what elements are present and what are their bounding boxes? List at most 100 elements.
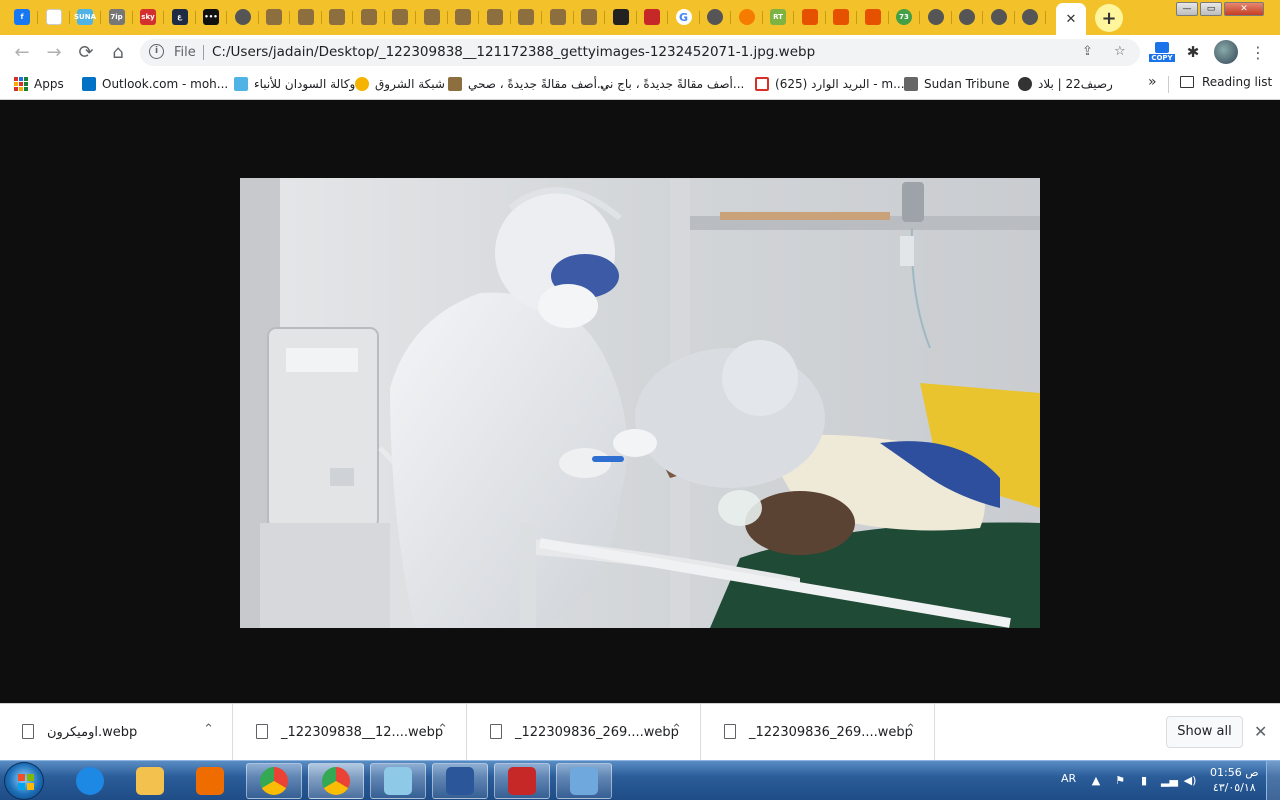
- browser-tab[interactable]: [449, 4, 479, 30]
- bookmark-raseef22[interactable]: رصيف22 | بلاد: [1018, 75, 1113, 93]
- volume-icon[interactable]: ◀): [1183, 774, 1197, 788]
- browser-tab[interactable]: [40, 4, 70, 30]
- action-center-icon[interactable]: ⚑: [1113, 774, 1127, 788]
- taskbar-file-explorer[interactable]: [122, 763, 178, 799]
- browser-tab[interactable]: RT: [764, 4, 794, 30]
- chevron-up-icon[interactable]: ⌃: [905, 722, 916, 737]
- browser-tab[interactable]: •••: [197, 4, 227, 30]
- browser-tab[interactable]: [544, 4, 574, 30]
- home-button[interactable]: ⌂: [104, 38, 132, 66]
- address-url[interactable]: C:/Users/jadain/Desktop/_122309838__1211…: [212, 44, 815, 60]
- taskbar-chrome-active[interactable]: [308, 763, 364, 799]
- browser-tab[interactable]: sky: [134, 4, 164, 30]
- tab-separator: [352, 11, 353, 24]
- browser-tab[interactable]: [922, 4, 952, 30]
- browser-tab[interactable]: [481, 4, 511, 30]
- taskbar-flashcard[interactable]: [494, 763, 550, 799]
- show-hidden-icons[interactable]: ▲: [1089, 774, 1103, 788]
- viewed-image[interactable]: [240, 178, 1040, 628]
- clock[interactable]: 01:56 ص ٤٣/٠٥/١٨: [1210, 765, 1259, 795]
- bookmark-suna[interactable]: وكالة السودان للأنباء: [234, 75, 355, 93]
- download-item[interactable]: اوميكرون.webp ⌃: [0, 704, 233, 761]
- browser-tab[interactable]: [1016, 4, 1046, 30]
- taskbar-paint[interactable]: [556, 763, 612, 799]
- show-all-downloads-button[interactable]: Show all: [1166, 716, 1243, 748]
- bookmark-shorouk[interactable]: شبكة الشروق: [355, 75, 445, 93]
- new-tab-button[interactable]: +: [1095, 4, 1123, 32]
- bookmark-article-1[interactable]: أصف مقالةً جديدةً ، صحي...: [448, 75, 608, 93]
- profile-avatar[interactable]: [1214, 40, 1238, 64]
- browser-tab[interactable]: [701, 4, 731, 30]
- language-indicator[interactable]: AR: [1061, 772, 1076, 785]
- extensions-icon[interactable]: ✱: [1182, 40, 1204, 64]
- taskbar-media-player[interactable]: [182, 763, 238, 799]
- chevron-up-icon[interactable]: ⌃: [671, 722, 682, 737]
- browser-tab[interactable]: [575, 4, 605, 30]
- browser-tab[interactable]: [859, 4, 889, 30]
- more-bookmarks-button[interactable]: »: [1148, 74, 1157, 90]
- show-desktop-button[interactable]: [1266, 761, 1280, 800]
- browser-tab[interactable]: [292, 4, 322, 30]
- browser-tab[interactable]: 7ip: [103, 4, 133, 30]
- browser-tab[interactable]: [733, 4, 763, 30]
- bookmark-star-icon[interactable]: ☆: [1114, 44, 1126, 59]
- browser-tab[interactable]: [796, 4, 826, 30]
- browser-tab[interactable]: [953, 4, 983, 30]
- close-tab-icon[interactable]: ✕: [1066, 12, 1077, 27]
- maximize-button[interactable]: ▭: [1200, 2, 1222, 16]
- bookmark-apps[interactable]: Apps: [14, 75, 64, 93]
- site-info-icon[interactable]: i: [149, 44, 164, 59]
- chrome-menu-icon[interactable]: ⋮: [1248, 40, 1268, 64]
- share-icon[interactable]: ⇪: [1082, 44, 1093, 59]
- bookmark-outlook[interactable]: Outlook.com - moh...: [82, 75, 228, 93]
- browser-tab[interactable]: [260, 4, 290, 30]
- tab-separator: [541, 11, 542, 24]
- chevron-up-icon[interactable]: ⌃: [203, 722, 214, 737]
- taskbar-chrome[interactable]: [246, 763, 302, 799]
- active-tab[interactable]: ✕: [1056, 3, 1086, 35]
- window-close-button[interactable]: ✕: [1224, 2, 1264, 16]
- bookmark-gmail[interactable]: البريد الوارد (625) - m...: [755, 75, 905, 93]
- close-download-shelf-icon[interactable]: ✕: [1254, 722, 1267, 741]
- reload-button[interactable]: ⟳: [72, 38, 100, 66]
- browser-tab[interactable]: [512, 4, 542, 30]
- chrome-icon: [990, 9, 1007, 25]
- power-icon[interactable]: ▮: [1137, 774, 1151, 788]
- browser-tab[interactable]: [607, 4, 637, 30]
- browser-tab[interactable]: [229, 4, 259, 30]
- browser-tab[interactable]: [827, 4, 857, 30]
- browser-tab[interactable]: ع: [166, 4, 196, 30]
- network-icon[interactable]: ▂▄: [1161, 774, 1178, 788]
- browser-tab[interactable]: SUNA: [71, 4, 101, 30]
- download-item[interactable]: _122309836_269....webp ⌃: [468, 704, 701, 761]
- sudan-icon: [486, 9, 503, 25]
- download-item[interactable]: _122309838__12....webp ⌃: [234, 704, 467, 761]
- bookmark-label: Outlook.com - moh...: [102, 77, 229, 91]
- download-item[interactable]: _122309836_269....webp ⌃: [702, 704, 935, 761]
- browser-tab[interactable]: f: [8, 4, 38, 30]
- browser-tab[interactable]: G: [670, 4, 700, 30]
- browser-tab[interactable]: [386, 4, 416, 30]
- taskbar-internet-explorer[interactable]: [62, 763, 118, 799]
- start-button[interactable]: [4, 762, 44, 800]
- bookmark-article-2[interactable]: أصف مقالةً جديدةً ، باج ني...: [600, 75, 744, 93]
- bookmark-label: أصف مقالةً جديدةً ، باج ني...: [600, 77, 745, 91]
- back-button[interactable]: ←: [8, 38, 36, 66]
- copy-extension-icon[interactable]: COPY: [1148, 40, 1176, 64]
- media-player-icon: [196, 767, 224, 795]
- bookmark-sudan-tribune[interactable]: Sudan Tribune: [904, 75, 1010, 93]
- browser-tab[interactable]: [985, 4, 1015, 30]
- forward-button[interactable]: →: [40, 38, 68, 66]
- browser-tab[interactable]: [355, 4, 385, 30]
- reading-list-button[interactable]: Reading list: [1180, 75, 1272, 89]
- address-bar[interactable]: i File C:/Users/jadain/Desktop/_12230983…: [140, 39, 1140, 66]
- taskbar-notepad[interactable]: [370, 763, 426, 799]
- browser-tab[interactable]: 73: [890, 4, 920, 30]
- browser-tab[interactable]: [638, 4, 668, 30]
- taskbar-word[interactable]: [432, 763, 488, 799]
- minimize-button[interactable]: —: [1176, 2, 1198, 16]
- news-icon: [801, 9, 818, 25]
- browser-tab[interactable]: [418, 4, 448, 30]
- browser-tab[interactable]: [323, 4, 353, 30]
- chevron-up-icon[interactable]: ⌃: [437, 722, 448, 737]
